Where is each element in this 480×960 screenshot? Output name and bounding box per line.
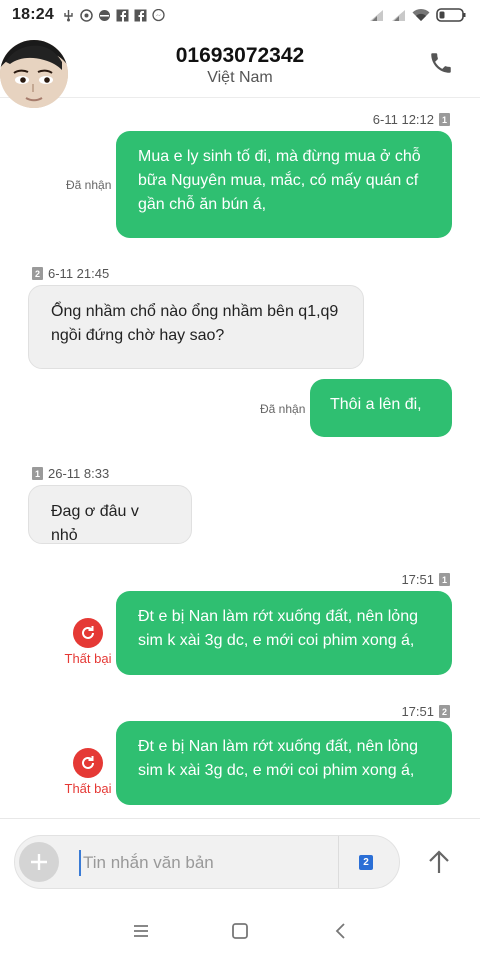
message-thread[interactable]: 6-11 12:12 1 Đã nhận Mua e ly sinh tố đi… [0,98,480,818]
send-icon[interactable] [424,847,454,877]
notification-icons [62,8,165,22]
message-timestamp: 6-11 12:12 1 [373,112,450,127]
timestamp-text: 17:51 [401,704,434,719]
browser-icon [98,9,110,21]
sim-select-button[interactable]: 2 [359,855,373,870]
divider [338,836,339,888]
retry-icon[interactable] [73,618,103,648]
outgoing-message-bubble[interactable]: Đt e bị Nan làm rớt xuống đất, nên lỏng … [116,591,452,675]
message-timestamp: 2 6-11 21:45 [32,266,109,281]
failed-indicator[interactable]: Thất bại [58,618,118,666]
back-icon[interactable] [330,920,352,942]
sim-badge: 2 [32,267,43,280]
message-timestamp: 1 26-11 8:33 [32,466,109,481]
incoming-message-bubble[interactable]: Ổng nhầm chổ nào ổng nhầm bên q1,q9 ngồi… [28,285,364,369]
signal-icon [392,9,405,21]
retry-icon[interactable] [73,748,103,778]
compose-field-container: Tin nhắn văn bản 2 [14,835,400,889]
sim-badge: 2 [439,705,450,718]
timestamp-text: 6-11 12:12 [372,112,434,127]
plus-icon [31,854,47,870]
outgoing-message-bubble[interactable]: Đt e bị Nan làm rớt xuống đất, nên lỏng … [116,721,452,805]
navigation-bar [0,902,480,960]
outgoing-message-bubble[interactable]: Mua e ly sinh tố đi, mà đừng mua ở chỗ b… [116,131,452,238]
attach-button[interactable] [19,842,59,882]
conversation-header: 01693072342 Việt Nam [0,30,480,108]
home-icon[interactable] [229,920,251,942]
sim-badge: 1 [439,113,450,126]
messenger-icon [152,8,165,21]
sim-badge: 1 [32,467,43,480]
phone-icon[interactable] [428,50,454,76]
contact-number: 01693072342 [175,44,305,67]
message-input[interactable]: Tin nhắn văn bản [79,850,329,876]
signal-icon [370,9,383,21]
usb-icon [64,9,73,21]
sync-icon [80,8,93,22]
delivery-status: Đã nhận [66,178,112,192]
facebook-icon [116,9,129,22]
system-icons [368,8,466,22]
outgoing-message-bubble[interactable]: Thôi a lên đi, [310,379,452,437]
battery-icon [436,8,466,22]
status-time: 18:24 [12,6,54,23]
failed-status: Thất bại [64,651,112,666]
contact-location: Việt Nam [207,69,273,86]
incoming-message-bubble[interactable]: Đag ơ đâu v nhỏ [28,485,192,544]
wifi-icon [412,8,430,21]
status-bar: 18:24 [0,0,480,30]
facebook-icon [134,9,147,22]
timestamp-text: 26-11 8:33 [48,466,110,481]
delivery-status: Đã nhận [260,402,306,416]
message-timestamp: 17:51 1 [401,572,450,587]
menu-icon[interactable] [130,920,152,942]
failed-indicator[interactable]: Thất bại [58,748,118,796]
message-composer: Tin nhắn văn bản 2 [0,818,480,902]
message-timestamp: 17:51 2 [401,704,450,719]
sim-badge: 1 [439,573,450,586]
timestamp-text: 17:51 [401,572,434,587]
failed-status: Thất bại [64,781,112,796]
timestamp-text: 6-11 21:45 [48,266,110,281]
